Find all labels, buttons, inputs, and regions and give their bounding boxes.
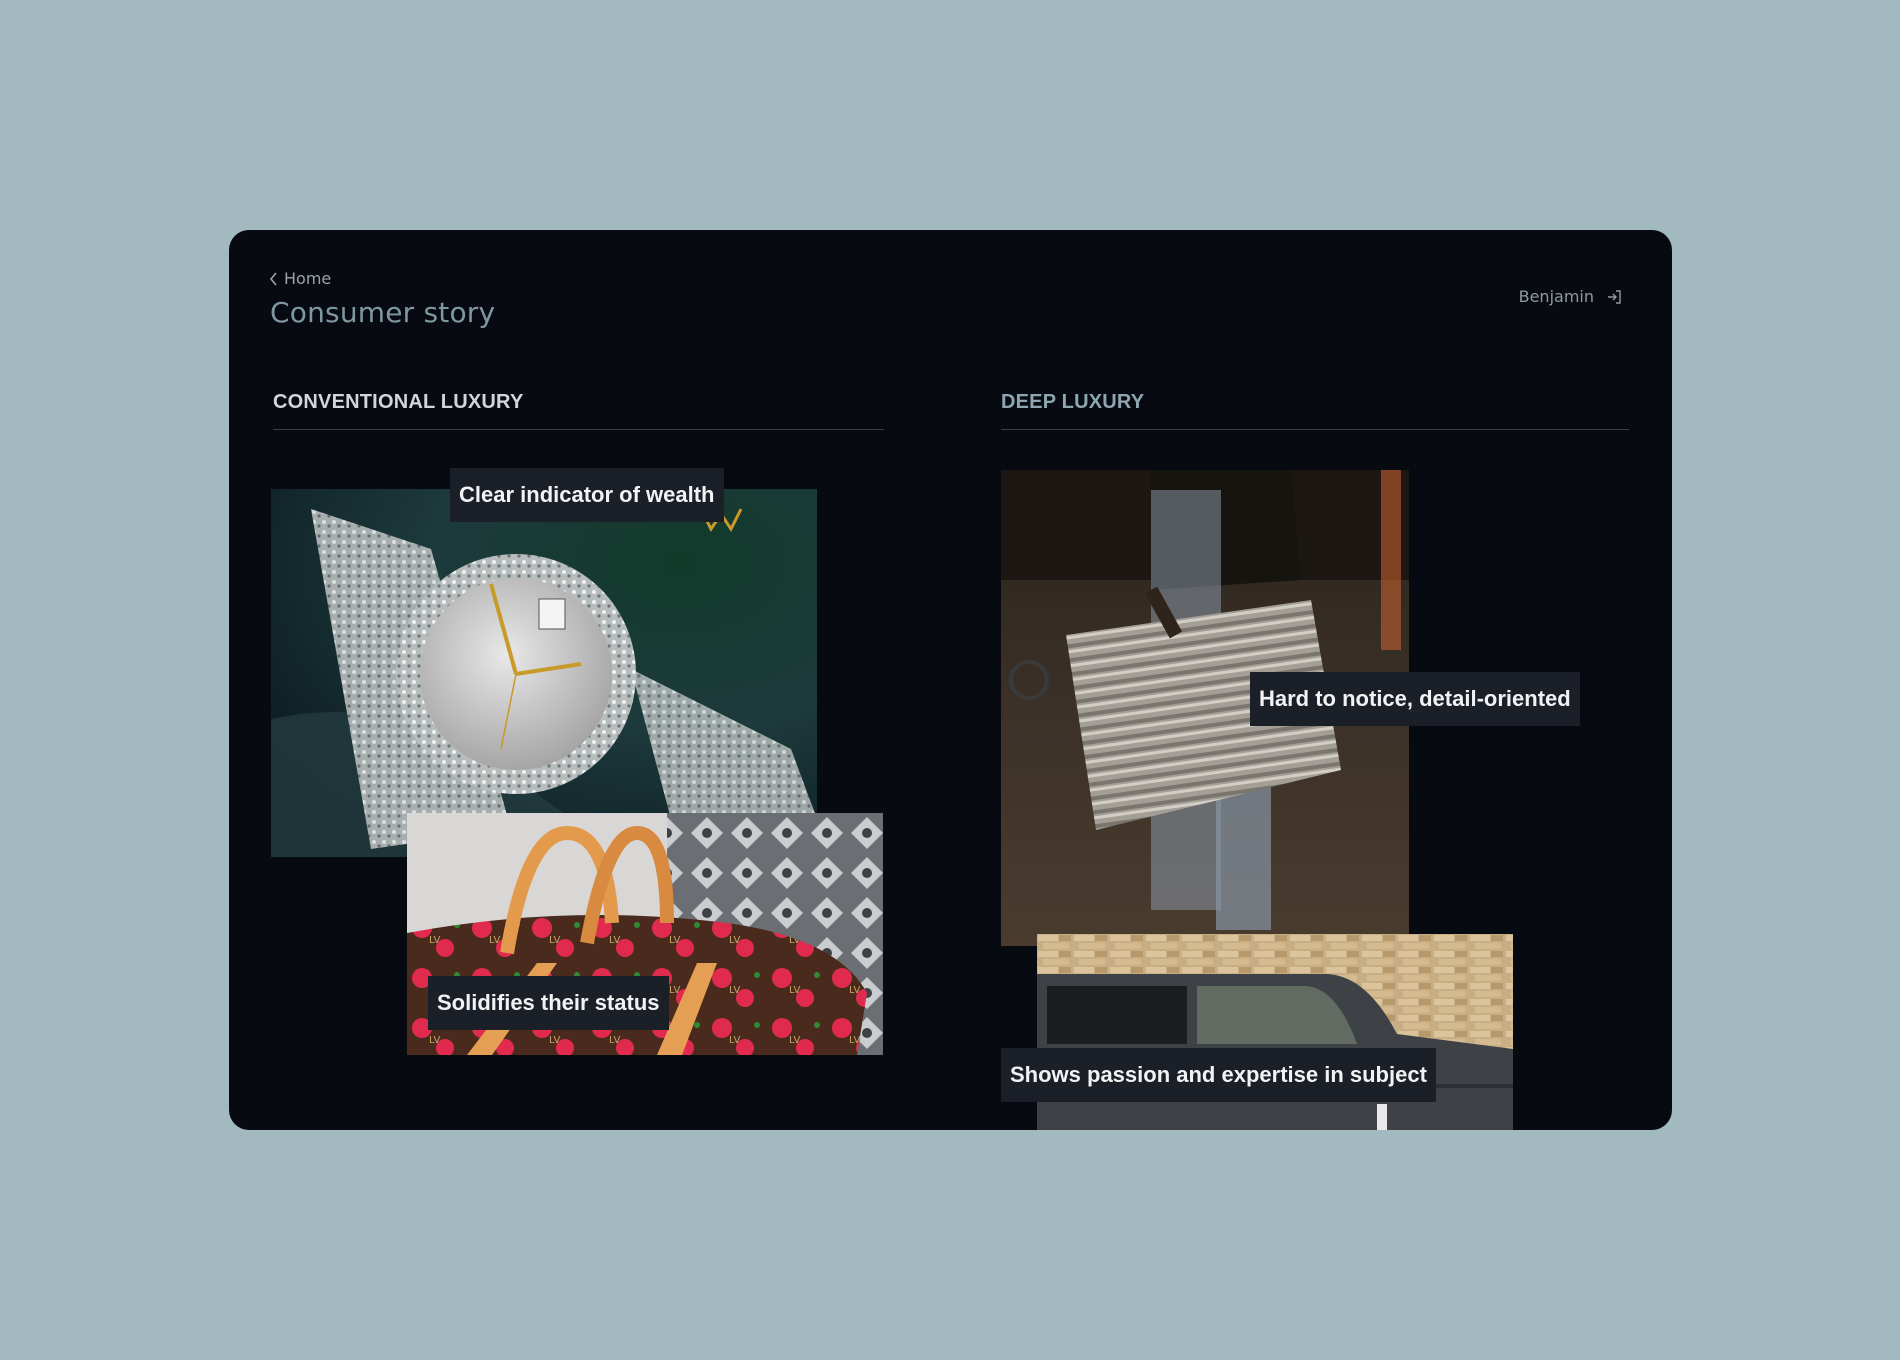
caption-hard-to-notice: Hard to notice, detail-oriented (1250, 672, 1580, 726)
deep-luxury-heading: DEEP LUXURY (1001, 391, 1629, 430)
conventional-luxury-heading: CONVENTIONAL LUXURY (273, 391, 884, 430)
logout-icon[interactable] (1606, 289, 1622, 305)
consumer-story-panel: Home Consumer story Benjamin CONVENTIONA… (229, 230, 1672, 1130)
caption-shows-passion: Shows passion and expertise in subject (1001, 1048, 1436, 1102)
user-name: Benjamin (1518, 287, 1594, 306)
caption-solidifies-their-status: Solidifies their status (428, 976, 669, 1030)
user-menu[interactable]: Benjamin (1519, 287, 1622, 306)
chevron-left-icon (269, 271, 277, 286)
back-link[interactable]: Home (269, 269, 331, 288)
page-title: Consumer story (270, 296, 496, 329)
diamond-watch-photo (271, 489, 817, 857)
caption-clear-indicator-of-wealth: Clear indicator of wealth (450, 468, 724, 522)
back-link-label: Home (284, 269, 332, 288)
